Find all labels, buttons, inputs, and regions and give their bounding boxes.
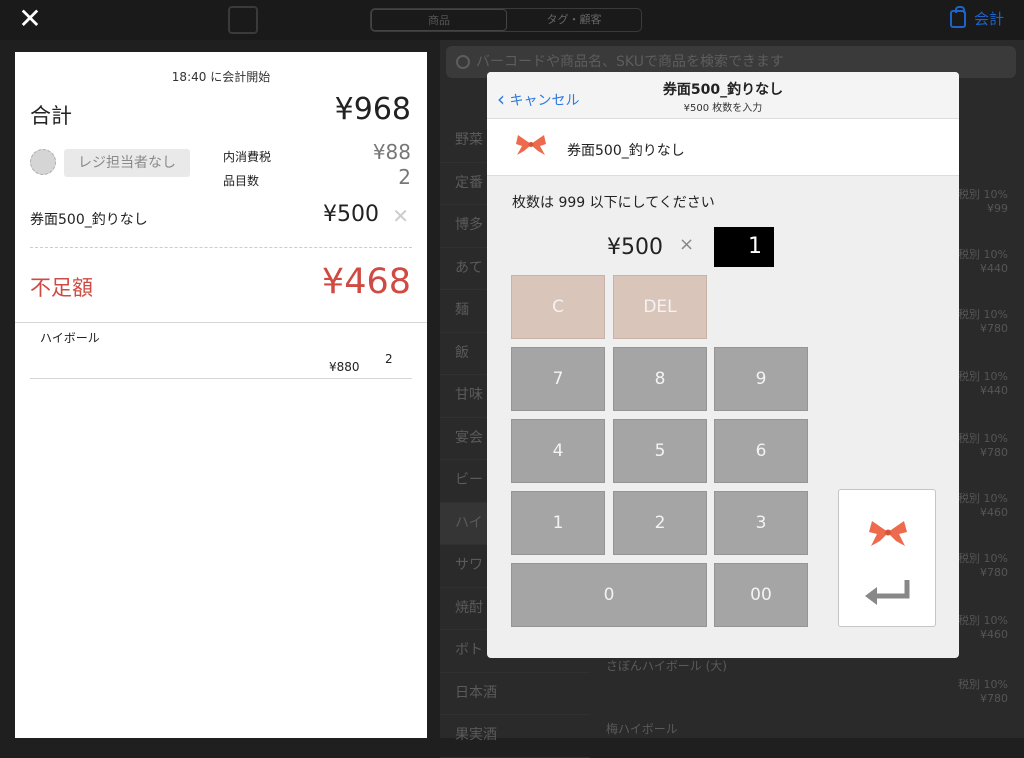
key-9[interactable]: 9 (714, 347, 808, 411)
shortage-value: ¥468 (321, 262, 411, 302)
modal-title: 券面500_釣りなし (662, 82, 784, 98)
product-price: ¥780 (980, 692, 1008, 705)
printer-icon[interactable] (228, 6, 258, 34)
close-icon[interactable]: ✕ (16, 5, 44, 34)
modal-header: ‹ キャンセル 券面500_釣りなし ¥500 枚数を入力 (487, 72, 959, 119)
divider (30, 247, 412, 248)
key-7[interactable]: 7 (511, 347, 605, 411)
search-icon (456, 55, 470, 69)
key-2[interactable]: 2 (613, 491, 707, 555)
cart-panel: 18:40 に会計開始 合計 ¥968 レジ担当者なし 内消費税 品目数 ¥88… (15, 52, 427, 738)
tab-products[interactable]: 商品 (371, 9, 507, 31)
total-value: ¥968 (334, 92, 411, 127)
divider (15, 322, 427, 323)
category-item[interactable]: 日本酒 (440, 673, 590, 715)
product-name: さぼんハイボール (大) (606, 659, 727, 673)
shortage-label: 不足額 (30, 276, 93, 300)
checkout-button[interactable]: 会計 (949, 5, 1004, 29)
key-1[interactable]: 1 (511, 491, 605, 555)
key-0[interactable]: 0 (511, 563, 707, 627)
items-count-value: 2 (398, 165, 411, 189)
product-name: 梅ハイボール (606, 722, 678, 736)
product-row[interactable]: 税別 10% ¥780 (588, 676, 1008, 705)
limit-warning: 枚数は 999 以下にしてください (512, 195, 715, 211)
shopping-bag-icon (949, 5, 966, 28)
cashier-button[interactable]: レジ担当者なし (64, 149, 190, 177)
checkout-label: 会計 (973, 10, 1004, 28)
key-3[interactable]: 3 (714, 491, 808, 555)
remove-voucher-icon[interactable]: ✕ (392, 204, 409, 228)
quantity-modal: ‹ キャンセル 券面500_釣りなし ¥500 枚数を入力 券面500_釣りなし… (487, 72, 959, 658)
quantity-field[interactable]: 1 (714, 227, 774, 267)
category-item[interactable]: 果実酒 (440, 715, 590, 758)
ribbon-icon (869, 521, 907, 546)
line-item-price: ¥880 (329, 360, 360, 374)
tab-tags-customers[interactable]: タグ・顧客 (507, 9, 641, 31)
key-4[interactable]: 4 (511, 419, 605, 483)
tax-label: 内消費税 (223, 150, 272, 164)
voucher-item-name: 券面500_釣りなし (567, 143, 685, 159)
total-label: 合計 (30, 104, 72, 128)
voucher-item: 券面500_釣りなし (487, 119, 959, 176)
avatar[interactable] (30, 149, 56, 175)
voucher-value: ¥500 (323, 202, 379, 227)
delete-key[interactable]: DEL (613, 275, 707, 339)
enter-button[interactable] (838, 489, 936, 627)
divider (30, 378, 412, 379)
line-item-qty: 2 (385, 352, 393, 366)
multiply-sign: × (679, 234, 695, 255)
unit-price: ¥500 (607, 235, 663, 260)
checkout-start-time: 18:40 に会計開始 (171, 70, 271, 84)
key-6[interactable]: 6 (714, 419, 808, 483)
return-arrow-icon (865, 580, 910, 605)
voucher-name: 券面500_釣りなし (30, 212, 148, 228)
key-8[interactable]: 8 (613, 347, 707, 411)
product-tax: 税別 10% (958, 678, 1008, 691)
tax-value: ¥88 (372, 140, 411, 164)
tab-segment: 商品 タグ・顧客 (370, 8, 642, 32)
modal-subtitle: ¥500 枚数を入力 (683, 103, 763, 114)
clear-key[interactable]: C (511, 275, 605, 339)
key-5[interactable]: 5 (613, 419, 707, 483)
key-00[interactable]: 00 (714, 563, 808, 627)
items-count-label: 品目数 (223, 174, 260, 188)
line-item-name[interactable]: ハイボール (40, 329, 100, 346)
top-bar: ✕ 商品 タグ・顧客 会計 (0, 0, 1024, 40)
ribbon-icon (516, 135, 546, 155)
